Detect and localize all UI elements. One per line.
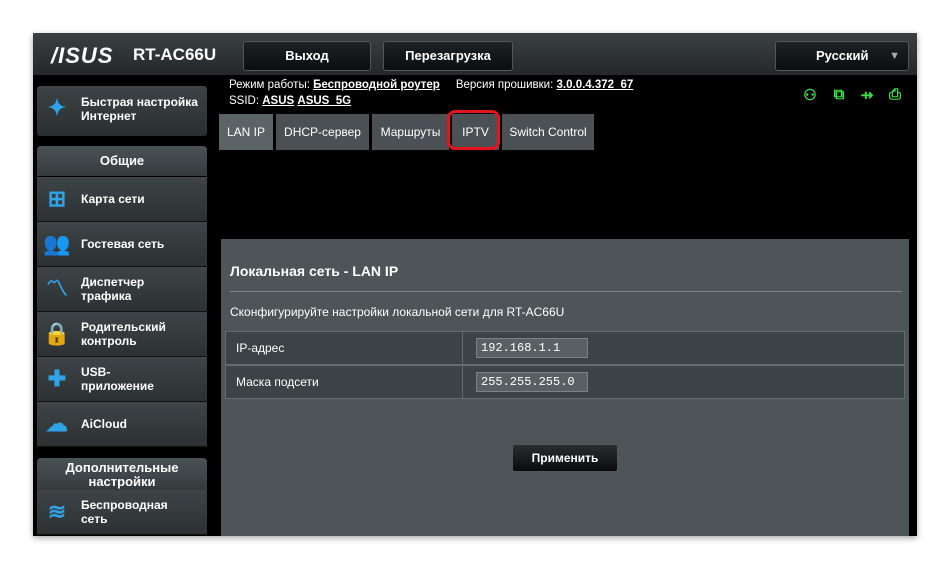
sidebar-item-label: Гостевая сеть bbox=[81, 237, 165, 251]
panel-title: Локальная сеть - LAN IP bbox=[230, 263, 399, 279]
sidebar-item-wireless[interactable]: ≋ Беспроводная сеть bbox=[37, 490, 207, 535]
advanced-section-header: Дополнительные настройки bbox=[37, 458, 207, 490]
ssid-label: SSID: bbox=[229, 95, 260, 107]
quick-setup-button[interactable]: ✦ Быстрая настройка Интернет bbox=[37, 86, 207, 136]
user-status-icon[interactable]: ⚇ bbox=[801, 86, 819, 104]
subnet-mask-label: Маска подсети bbox=[236, 375, 319, 389]
mode-label: Режим работы: bbox=[229, 79, 310, 91]
ip-address-label: IP-адрес bbox=[236, 341, 285, 355]
lan-ip-panel: Локальная сеть - LAN IP Сконфигурируйте … bbox=[221, 239, 909, 536]
router-admin-window: /ISUS RT-AC66U Выход Перезагрузка Русски… bbox=[33, 33, 917, 536]
sidebar-item-usb-app[interactable]: ✚ USB-приложение bbox=[37, 357, 207, 402]
language-select[interactable]: Русский ▼ bbox=[775, 41, 909, 71]
apply-button[interactable]: Применить bbox=[512, 444, 618, 472]
sidebar-item-label: Родительский контроль bbox=[81, 320, 166, 348]
ip-address-field[interactable]: 192.168.1.1 bbox=[476, 338, 588, 358]
mode-link[interactable]: Беспроводной роутер bbox=[313, 79, 440, 91]
operation-mode-line: Режим работы: Беспроводной роутер Версия… bbox=[229, 79, 633, 91]
copy-status-icon[interactable]: ⧉ bbox=[830, 86, 848, 104]
asus-logo: /ISUS bbox=[51, 43, 114, 68]
table-row: IP-адрес 192.168.1.1 bbox=[225, 331, 905, 365]
sidebar-item-traffic-manager[interactable]: 〽 Диспетчер трафика bbox=[37, 267, 207, 312]
traffic-manager-icon: 〽 bbox=[45, 276, 68, 301]
sidebar-item-network-map[interactable]: ⊞ Карта сети bbox=[37, 177, 207, 222]
iptv-highlight-box bbox=[447, 110, 500, 150]
sidebar-item-label: Карта сети bbox=[81, 192, 145, 206]
ssid-line: SSID: ASUS ASUS_5G bbox=[229, 95, 351, 107]
firmware-link[interactable]: 3.0.0.4.372_67 bbox=[557, 79, 634, 91]
sidebar-item-label: AiCloud bbox=[81, 417, 127, 431]
guest-network-icon: 👥 bbox=[43, 231, 71, 256]
ssid-24-link[interactable]: ASUS bbox=[262, 95, 294, 107]
lock-icon: 🔒 bbox=[43, 321, 71, 346]
usb-icon[interactable]: ⇸ bbox=[858, 86, 876, 104]
sidebar-item-label: Диспетчер трафика bbox=[81, 275, 145, 303]
divider bbox=[462, 332, 463, 364]
printer-icon[interactable]: ⎙ bbox=[886, 86, 904, 104]
divider bbox=[462, 366, 463, 398]
network-map-icon: ⊞ bbox=[47, 186, 67, 211]
tab-routes[interactable]: Маршруты bbox=[372, 114, 449, 150]
divider bbox=[230, 291, 902, 292]
table-row: Маска подсети 255.255.255.0 bbox=[225, 365, 905, 399]
reboot-button[interactable]: Перезагрузка bbox=[383, 41, 513, 71]
ssid-5g-link[interactable]: ASUS_5G bbox=[297, 95, 351, 107]
router-model: RT-AC66U bbox=[133, 45, 217, 64]
wifi-icon: ≋ bbox=[47, 499, 67, 524]
sidebar-item-label: Беспроводная сеть bbox=[81, 498, 168, 526]
logout-button[interactable]: Выход bbox=[243, 41, 371, 71]
sidebar-item-label: USB-приложение bbox=[81, 365, 154, 393]
firmware-label: Версия прошивки: bbox=[455, 79, 554, 91]
quick-setup-label: Быстрая настройка Интернет bbox=[81, 95, 198, 123]
language-value: Русский bbox=[816, 48, 869, 63]
cloud-icon: ☁ bbox=[46, 411, 68, 436]
general-section-header: Общие bbox=[37, 146, 207, 176]
puzzle-icon: ✚ bbox=[47, 366, 67, 391]
sidebar-item-parental-control[interactable]: 🔒 Родительский контроль bbox=[37, 312, 207, 357]
panel-description: Сконфигурируйте настройки локальной сети… bbox=[230, 305, 565, 319]
chevron-down-icon: ▼ bbox=[889, 50, 900, 62]
tab-switch-control[interactable]: Switch Control bbox=[502, 114, 594, 150]
subnet-mask-field[interactable]: 255.255.255.0 bbox=[476, 372, 588, 392]
top-bar: /ISUS RT-AC66U Выход Перезагрузка Русски… bbox=[33, 33, 917, 75]
tab-lan-ip[interactable]: LAN IP bbox=[219, 114, 273, 150]
sidebar-item-guest-network[interactable]: 👥 Гостевая сеть bbox=[37, 222, 207, 267]
tab-dhcp-server[interactable]: DHCP-сервер bbox=[276, 114, 369, 150]
magic-wand-icon: ✦ bbox=[47, 95, 67, 120]
sidebar-item-aicloud[interactable]: ☁ AiCloud bbox=[37, 402, 207, 447]
